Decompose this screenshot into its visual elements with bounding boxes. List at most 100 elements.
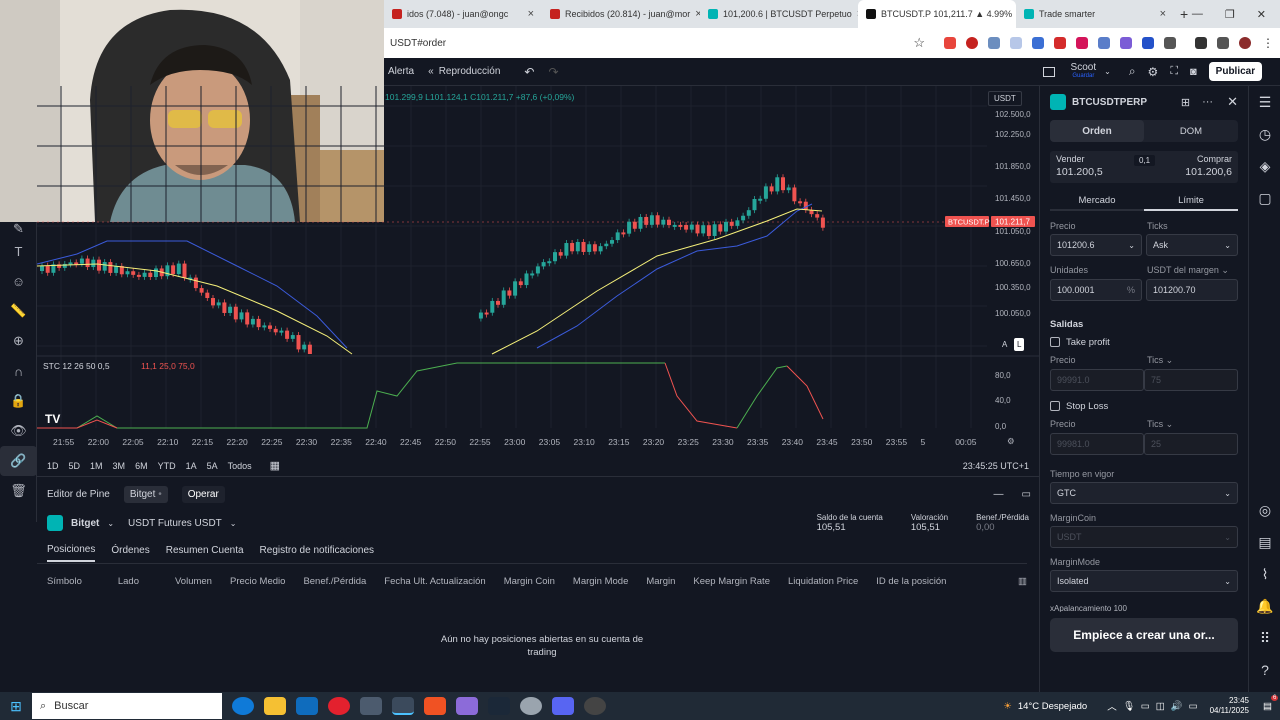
- feed-icon[interactable]: ⌇: [1249, 558, 1280, 590]
- column-header[interactable]: Lado: [118, 576, 139, 587]
- column-header[interactable]: Precio Medio: [230, 576, 285, 587]
- range-1m[interactable]: 1M: [90, 461, 103, 471]
- search-icon[interactable]: ⌕: [1129, 64, 1136, 79]
- checkbox-icon[interactable]: [1050, 337, 1060, 348]
- redo-icon[interactable]: ↷: [548, 65, 558, 79]
- brave-icon[interactable]: [424, 697, 446, 715]
- volume-icon[interactable]: 🔊: [1171, 701, 1183, 712]
- sl-tics-input[interactable]: 25: [1144, 433, 1238, 455]
- axis-settings-icon[interactable]: ⚙: [1007, 436, 1015, 447]
- log-scale-button[interactable]: L: [1014, 338, 1025, 351]
- extension-icon[interactable]: [1032, 37, 1044, 49]
- steam-icon[interactable]: [488, 697, 510, 715]
- browser-tab[interactable]: idos (7.048) - juan@ongc ×: [384, 0, 542, 28]
- mic-icon[interactable]: 🎙: [1123, 701, 1135, 712]
- taskbar-clock[interactable]: 23:45 04/11/2025: [1210, 696, 1249, 716]
- minimize-panel-icon[interactable]: —: [994, 489, 1004, 500]
- app-icon[interactable]: [456, 697, 478, 715]
- clock-readout[interactable]: 23:45:25 UTC+1: [963, 461, 1039, 471]
- margincoin-select[interactable]: USDT ⌄: [1050, 526, 1238, 548]
- taskbar-search[interactable]: ⌕ Buscar: [32, 693, 222, 719]
- column-header[interactable]: Liquidation Price: [788, 576, 858, 587]
- link-tool-icon[interactable]: 🔗: [0, 446, 37, 476]
- settings-icon[interactable]: ⚙: [1148, 65, 1159, 79]
- tab-trade[interactable]: Operar: [181, 485, 225, 503]
- layout-selector[interactable]: Scoot Guardar: [1071, 62, 1097, 81]
- outlook-icon[interactable]: [296, 697, 318, 715]
- store-icon[interactable]: [360, 697, 382, 715]
- target-icon[interactable]: ◎: [1249, 494, 1280, 526]
- lock-tool-icon[interactable]: 🔒: [0, 386, 37, 416]
- alert-button[interactable]: Alerta: [388, 66, 414, 77]
- zoom-tool-icon[interactable]: ⊕: [0, 326, 37, 356]
- puzzle-icon[interactable]: [1164, 37, 1176, 49]
- leverage-label[interactable]: xApalancamiento 100: [1050, 604, 1238, 612]
- maximize-icon[interactable]: ❐: [1225, 8, 1235, 21]
- column-header[interactable]: Fecha Ult. Actualización: [384, 576, 485, 587]
- tp-tics-label[interactable]: Tics ⌄: [1147, 355, 1238, 366]
- apps-grid-icon[interactable]: ⠿: [1249, 622, 1280, 654]
- stop-loss-checkbox[interactable]: Stop Loss: [1050, 401, 1238, 412]
- browser-tab[interactable]: 101,200.6 | BTCUSDT Perpetuo×: [700, 0, 858, 28]
- notification-center-icon[interactable]: ▤ 6: [1263, 694, 1279, 712]
- tab-limit[interactable]: Límite: [1144, 191, 1238, 211]
- fullscreen-icon[interactable]: ⛶: [1170, 65, 1178, 78]
- notifications-icon[interactable]: 🔔: [1249, 590, 1280, 622]
- units-input[interactable]: 100.0001%: [1050, 279, 1142, 301]
- emoji-tool-icon[interactable]: ☺: [0, 266, 37, 296]
- weather-text[interactable]: 14°C Despejado: [1018, 701, 1087, 712]
- take-profit-checkbox[interactable]: Take profit: [1050, 337, 1238, 348]
- file-explorer-icon[interactable]: [264, 697, 286, 715]
- extension-icon[interactable]: [1120, 37, 1132, 49]
- account-selector[interactable]: USDT Futures USDT: [128, 518, 222, 529]
- grid-icon[interactable]: ⊞: [1181, 96, 1190, 109]
- marginmode-select[interactable]: Isolated ⌄: [1050, 570, 1238, 592]
- chevron-down-icon[interactable]: ⌄: [1104, 67, 1111, 76]
- extension-icon[interactable]: [988, 37, 1000, 49]
- buy-button[interactable]: Comprar 101.200,6: [1144, 151, 1232, 183]
- close-window-icon[interactable]: ✕: [1257, 8, 1266, 21]
- margin-input[interactable]: 101200.70: [1146, 279, 1238, 301]
- sl-tics-label[interactable]: Tics ⌄: [1147, 419, 1238, 430]
- column-header[interactable]: Margin Coin: [504, 576, 555, 587]
- browser-tab[interactable]: Trade smarter ×: [1016, 0, 1174, 28]
- opera-icon[interactable]: [328, 697, 350, 715]
- minimize-icon[interactable]: —: [1192, 8, 1203, 21]
- more-icon[interactable]: ···: [1202, 96, 1213, 108]
- close-tab-icon[interactable]: ×: [528, 8, 534, 20]
- indicator-label[interactable]: STC 12 26 50 0,5: [43, 361, 110, 371]
- chart-canvas[interactable]: 102.500,0 102.250,0 101.850,0 101.450,0 101.…: [36, 86, 1039, 434]
- chevron-down-icon[interactable]: ⌄: [1224, 241, 1231, 250]
- column-header[interactable]: Símbolo: [47, 576, 82, 587]
- extension-icon[interactable]: [1076, 37, 1088, 49]
- chrome-icon[interactable]: [392, 697, 414, 715]
- tab-order[interactable]: Orden: [1050, 120, 1144, 142]
- help-icon[interactable]: ?: [1249, 654, 1280, 686]
- price-chart[interactable]: 102.500,0 102.250,0 101.850,0 101.450,0 101.…: [36, 86, 1039, 434]
- undo-icon[interactable]: ↶: [524, 65, 534, 79]
- margin-select-label[interactable]: USDT del margen ⌄: [1147, 265, 1238, 276]
- tab-bitget[interactable]: Bitget •: [123, 485, 168, 503]
- chevron-down-icon[interactable]: ⌄: [107, 519, 114, 528]
- layout-icon[interactable]: [1042, 66, 1055, 77]
- replay-button[interactable]: « Reproducción: [428, 66, 500, 77]
- column-header[interactable]: Keep Margin Rate: [693, 576, 770, 587]
- column-header[interactable]: Benef./Pérdida: [303, 576, 366, 587]
- tray-chevron-icon[interactable]: ︿: [1107, 699, 1117, 713]
- column-header[interactable]: Volumen: [175, 576, 212, 587]
- browser-tab[interactable]: Recibidos (20.814) - juan@mor ×: [542, 0, 700, 28]
- close-icon[interactable]: ✕: [1227, 94, 1238, 110]
- sl-price-input[interactable]: 99981.0: [1050, 433, 1144, 455]
- obs-icon[interactable]: [584, 697, 606, 715]
- chevron-down-icon[interactable]: ⌄: [1224, 577, 1231, 586]
- chevron-down-icon[interactable]: ⌄: [1128, 241, 1135, 250]
- battery-icon[interactable]: ▭: [1189, 701, 1198, 712]
- tp-tics-input[interactable]: 75: [1144, 369, 1238, 391]
- calendar-icon[interactable]: ▦: [270, 459, 280, 472]
- bookmark-star-icon[interactable]: ☆: [913, 35, 925, 51]
- tab-orders[interactable]: Órdenes: [111, 545, 149, 556]
- close-tab-icon[interactable]: ×: [1160, 8, 1166, 20]
- ticks-select[interactable]: Ask ⌄: [1146, 234, 1238, 256]
- sell-button[interactable]: Vender 101.200,5: [1056, 151, 1144, 183]
- avatar[interactable]: [1239, 37, 1251, 49]
